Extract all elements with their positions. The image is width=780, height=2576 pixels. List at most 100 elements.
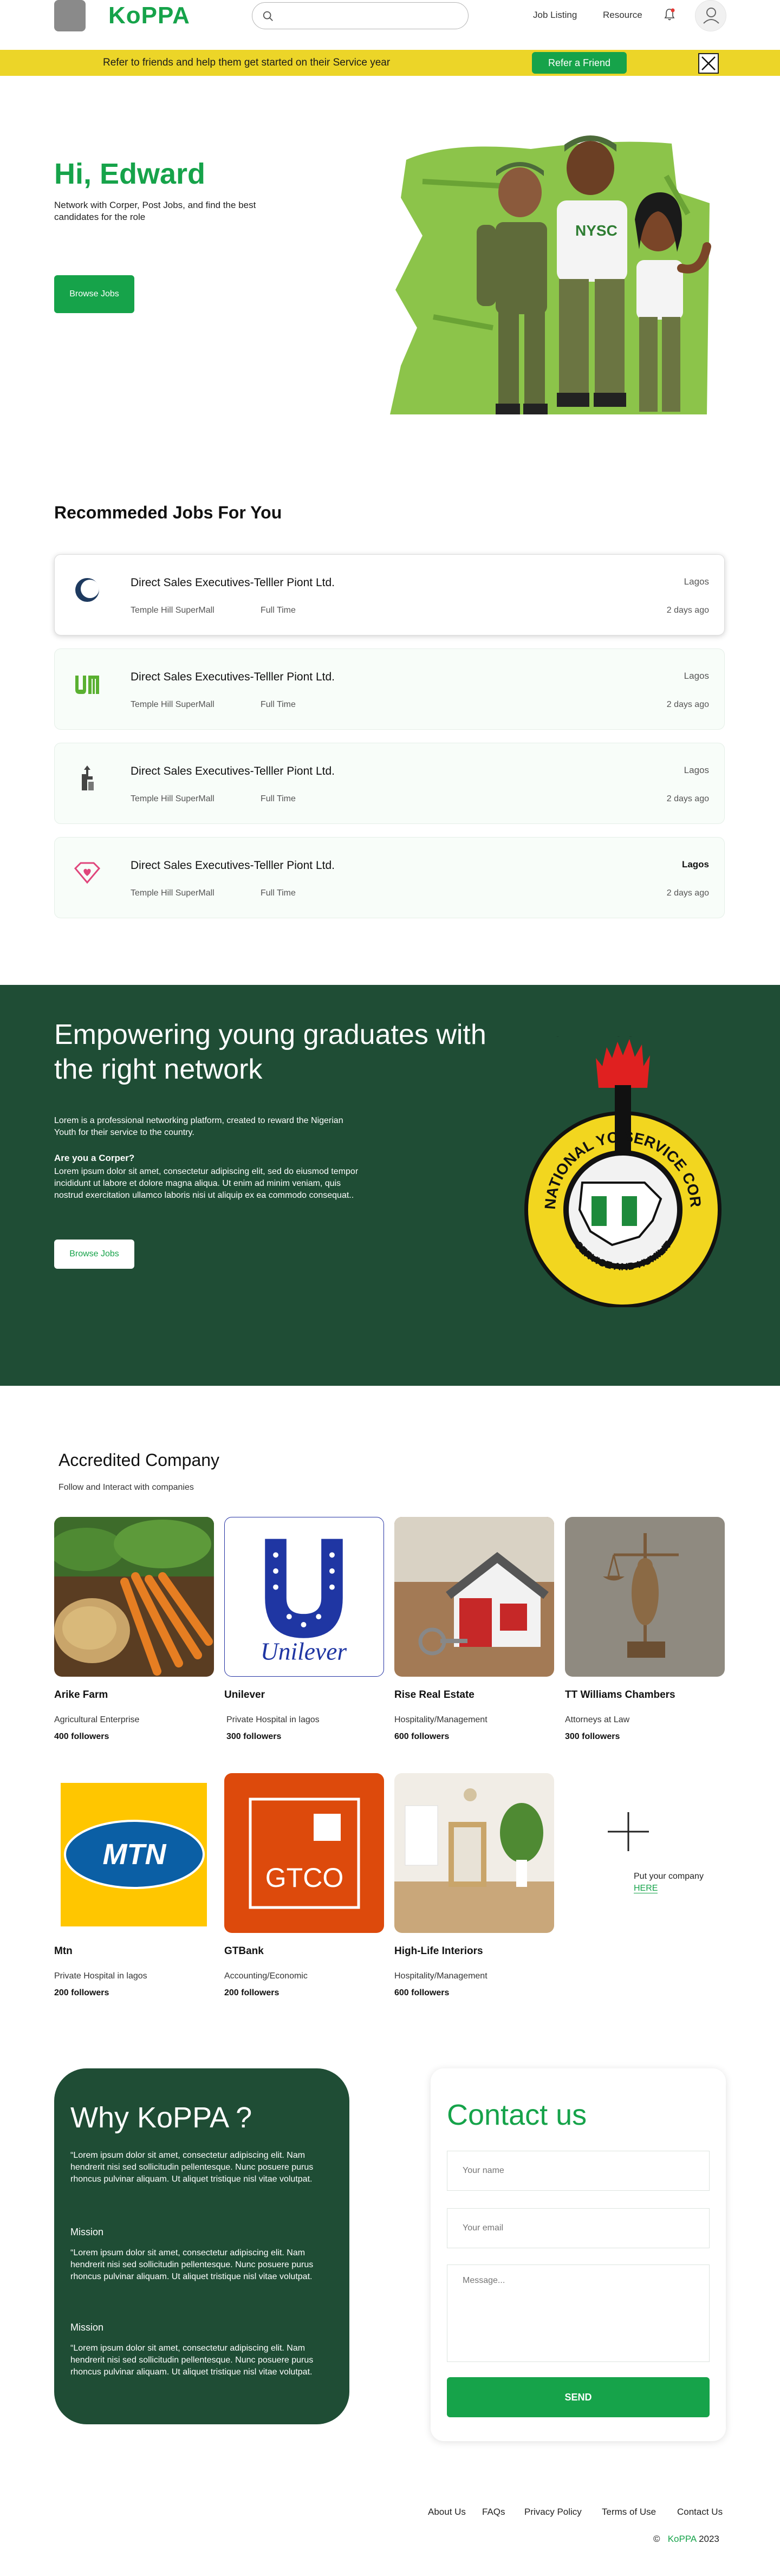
empower-browse-jobs-button[interactable]: Browse Jobs [54, 1240, 134, 1269]
empower-title: Empowering young graduates with the righ… [54, 1019, 486, 1085]
accredited-subtitle: Follow and Interact with companies [58, 1483, 194, 1492]
refer-friend-button[interactable]: Refer a Friend [532, 52, 627, 74]
company-name[interactable]: TT Williams Chambers [565, 1689, 675, 1701]
company-category: Private Hospital in lagos [226, 1715, 320, 1724]
job-location: Lagos [684, 576, 709, 587]
company-image-mtn[interactable]: MTN [54, 1773, 214, 1933]
send-button[interactable]: SEND [447, 2377, 710, 2417]
job-title[interactable]: Direct Sales Executives-Telller Piont Lt… [131, 765, 335, 778]
job-title[interactable]: Direct Sales Executives-Telller Piont Lt… [131, 671, 335, 684]
job-location: Lagos [684, 671, 709, 681]
diamond-heart-logo-icon [74, 862, 101, 884]
company-name[interactable]: Unilever [224, 1689, 265, 1701]
job-title[interactable]: Direct Sales Executives-Telller Piont Lt… [131, 859, 335, 872]
job-type: Full Time [261, 888, 296, 898]
mission-heading: Mission [70, 2322, 104, 2333]
logo-placeholder[interactable] [54, 0, 86, 31]
company-image-high-life[interactable] [394, 1773, 554, 1933]
company-category: Hospitality/Management [394, 1971, 487, 1981]
add-company-box[interactable]: Put your company HERE [596, 1812, 704, 1893]
svg-text:NYSC: NYSC [575, 222, 618, 239]
company-image-unilever[interactable]: Unilever [224, 1517, 384, 1677]
company-followers: 600 followers [394, 1988, 450, 1997]
job-location: Lagos [684, 765, 709, 775]
job-company: Temple Hill SuperMall [131, 700, 214, 709]
hero-title: Hi, Edward [54, 158, 206, 190]
company-image-arike-farm[interactable] [54, 1517, 214, 1677]
company-name[interactable]: Arike Farm [54, 1689, 108, 1701]
job-type: Full Time [261, 700, 296, 709]
banner-close-button[interactable] [698, 53, 719, 74]
job-company: Temple Hill SuperMall [131, 606, 214, 615]
job-posted-date: 2 days ago [666, 700, 709, 709]
company-name[interactable]: GTBank [224, 1945, 264, 1957]
bell-icon[interactable] [663, 8, 676, 22]
company-name[interactable]: Rise Real Estate [394, 1689, 474, 1701]
navbar: KoPPA Job Listing Resource [0, 0, 780, 34]
company-followers: 200 followers [54, 1988, 109, 1997]
copyright: © KoPPA 2023 [653, 2534, 719, 2545]
job-card[interactable]: Direct Sales Executives-Telller Piont Lt… [54, 837, 725, 918]
add-company-link[interactable]: HERE [634, 1884, 658, 1893]
mission-heading: Mission [70, 2227, 104, 2237]
company-image-tt-williams[interactable] [565, 1517, 725, 1677]
empower-heading: Are you a Corper? [54, 1153, 135, 1163]
search-input[interactable] [281, 8, 454, 23]
footer-link-privacy[interactable]: Privacy Policy [524, 2507, 582, 2517]
avatar[interactable] [695, 0, 726, 31]
empower-body: Lorem ipsum dolor sit amet, consectetur … [54, 1167, 359, 1200]
job-type: Full Time [261, 794, 296, 803]
footer-link-terms[interactable]: Terms of Use [602, 2507, 656, 2517]
unilever-wordmark: Unilever [261, 1637, 347, 1665]
footer-link-contact[interactable]: Contact Us [677, 2507, 723, 2517]
message-field[interactable] [447, 2264, 710, 2362]
add-company-text: Put your company [634, 1872, 704, 1881]
footer-link-faqs[interactable]: FAQs [482, 2507, 505, 2517]
company-followers: 300 followers [226, 1732, 282, 1741]
user-icon [703, 8, 719, 24]
name-field[interactable] [447, 2151, 710, 2191]
copyright-symbol: © [653, 2534, 660, 2544]
brand-logo[interactable]: KoPPA [108, 2, 190, 29]
nav-link-job-listing[interactable]: Job Listing [533, 10, 577, 21]
job-posted-date: 2 days ago [666, 606, 709, 615]
footer-link-about[interactable]: About Us [428, 2507, 466, 2517]
hero-subtitle: Network with Corper, Post Jobs, and find… [54, 200, 256, 222]
mission-paragraph: “Lorem ipsum dolor sit amet, consectetur… [70, 2248, 314, 2281]
footer-brand: KoPPA [667, 2534, 697, 2544]
recommended-jobs-title: Recommeded Jobs For You [54, 503, 282, 522]
job-posted-date: 2 days ago [666, 794, 709, 803]
copyright-year: 2023 [699, 2534, 719, 2544]
contact-title: Contact us [447, 2099, 587, 2131]
job-type: Full Time [261, 606, 296, 615]
job-company: Temple Hill SuperMall [131, 794, 214, 803]
company-category: Accounting/Economic [224, 1971, 308, 1981]
tower-logo-icon [82, 765, 94, 790]
referral-banner: Refer to friends and help them get start… [0, 50, 780, 76]
job-posted-date: 2 days ago [666, 888, 709, 898]
company-followers: 300 followers [565, 1732, 620, 1741]
company-category: Attorneys at Law [565, 1715, 630, 1724]
company-followers: 200 followers [224, 1988, 280, 1997]
hero-illustration: NYSC [390, 135, 711, 414]
company-name[interactable]: Mtn [54, 1945, 73, 1957]
job-card[interactable]: Direct Sales Executives-Telller Piont Lt… [54, 648, 725, 730]
search-icon [263, 11, 273, 21]
search-bar[interactable] [252, 2, 469, 29]
gtco-wordmark: GTCO [265, 1863, 343, 1893]
hero-browse-jobs-button[interactable]: Browse Jobs [54, 275, 134, 313]
company-image-rise-real-estate[interactable] [394, 1517, 554, 1677]
company-name[interactable]: High-Life Interiors [394, 1945, 483, 1957]
job-card[interactable]: Direct Sales Executives-Telller Piont Lt… [54, 743, 725, 824]
nav-link-resource[interactable]: Resource [603, 10, 642, 21]
why-koppa-card: Why KoPPA ? “Lorem ipsum dolor sit amet,… [54, 2068, 349, 2424]
nysc-logo: NATIONAL YOUTH SERVICE CORPS NATIONAL YO… [515, 1036, 722, 1307]
email-field[interactable] [447, 2208, 710, 2248]
job-title[interactable]: Direct Sales Executives-Telller Piont Lt… [131, 576, 335, 589]
company-category: Private Hospital in lagos [54, 1971, 147, 1981]
job-card[interactable]: Direct Sales Executives-Telller Piont Lt… [54, 554, 725, 635]
mtn-wordmark: MTN [103, 1838, 167, 1871]
empower-intro: Lorem is a professional networking platf… [54, 1116, 343, 1137]
company-image-gtco[interactable]: GTCO [224, 1773, 384, 1933]
crescent-logo-icon [75, 578, 99, 602]
